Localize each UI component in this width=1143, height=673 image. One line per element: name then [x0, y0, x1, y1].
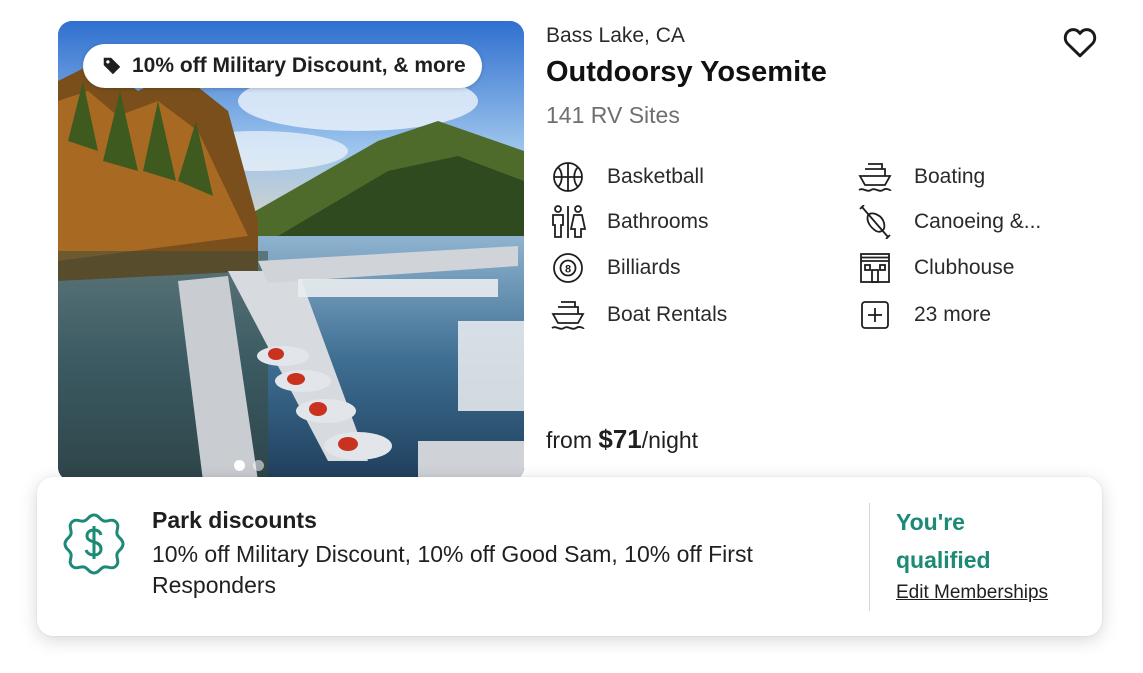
price-amount: $71: [598, 424, 642, 454]
promo-tag-badge: 10% off Military Discount, & more: [83, 44, 482, 88]
carousel-dot-active[interactable]: [234, 460, 245, 471]
nightly-price: from $71/night: [546, 424, 698, 455]
price-prefix: from: [546, 427, 599, 453]
amenity-label: Clubhouse: [914, 256, 1015, 279]
dollar-badge-icon: [62, 512, 126, 576]
price-tag-icon: [103, 57, 121, 75]
amenity-label: Canoeing &...: [914, 210, 1042, 233]
promo-tag-text: 10% off Military Discount, & more: [132, 54, 466, 77]
amenity-boat-rentals: Boat Rentals: [550, 297, 727, 333]
favorite-button[interactable]: [1060, 23, 1100, 61]
amenity-clubhouse: Clubhouse: [857, 250, 1014, 286]
amenity-more-link[interactable]: 23 more: [857, 297, 991, 333]
amenity-billiards: 8 Billiards: [550, 250, 681, 286]
plus-square-icon: [857, 297, 893, 333]
carousel-dots[interactable]: [234, 460, 264, 471]
listing-title[interactable]: Outdoorsy Yosemite: [546, 56, 827, 89]
clubhouse-icon: [857, 250, 893, 286]
amenity-label: Boating: [914, 165, 986, 188]
listing-photo-carousel[interactable]: 10% off Military Discount, & more: [58, 21, 524, 481]
amenity-label: Bathrooms: [607, 210, 709, 233]
edit-memberships-link[interactable]: Edit Memberships: [896, 582, 1048, 604]
basketball-icon: [550, 159, 586, 195]
canoe-icon: [857, 204, 893, 240]
amenity-basketball: Basketball: [550, 159, 704, 195]
rv-sites-count: 141 RV Sites: [546, 102, 680, 128]
amenity-label: Billiards: [607, 256, 681, 279]
restroom-icon: [550, 204, 586, 240]
discounts-title: Park discounts: [152, 507, 317, 533]
card-divider: [869, 503, 870, 611]
amenity-label: Boat Rentals: [607, 303, 728, 326]
billiard-ball-icon: 8: [550, 250, 586, 286]
discounts-description: 10% off Military Discount, 10% off Good …: [152, 541, 753, 598]
boat-icon: [550, 297, 586, 333]
listing-location: Bass Lake, CA: [546, 24, 685, 47]
amenity-label: Basketball: [607, 165, 704, 188]
heart-outline-icon: [1063, 28, 1097, 58]
carousel-dot[interactable]: [253, 460, 264, 471]
lake-marina-photo: [58, 21, 524, 481]
amenity-bathrooms: Bathrooms: [550, 204, 709, 240]
svg-text:8: 8: [565, 264, 571, 276]
boat-icon: [857, 159, 893, 195]
amenity-label: 23 more: [914, 303, 992, 326]
price-suffix: /night: [641, 427, 699, 453]
amenity-canoeing: Canoeing &...: [857, 204, 1041, 240]
qualified-status: You're qualified: [896, 509, 991, 573]
park-discounts-card: Park discounts 10% off Military Discount…: [37, 477, 1102, 636]
amenity-boating: Boating: [857, 159, 985, 195]
